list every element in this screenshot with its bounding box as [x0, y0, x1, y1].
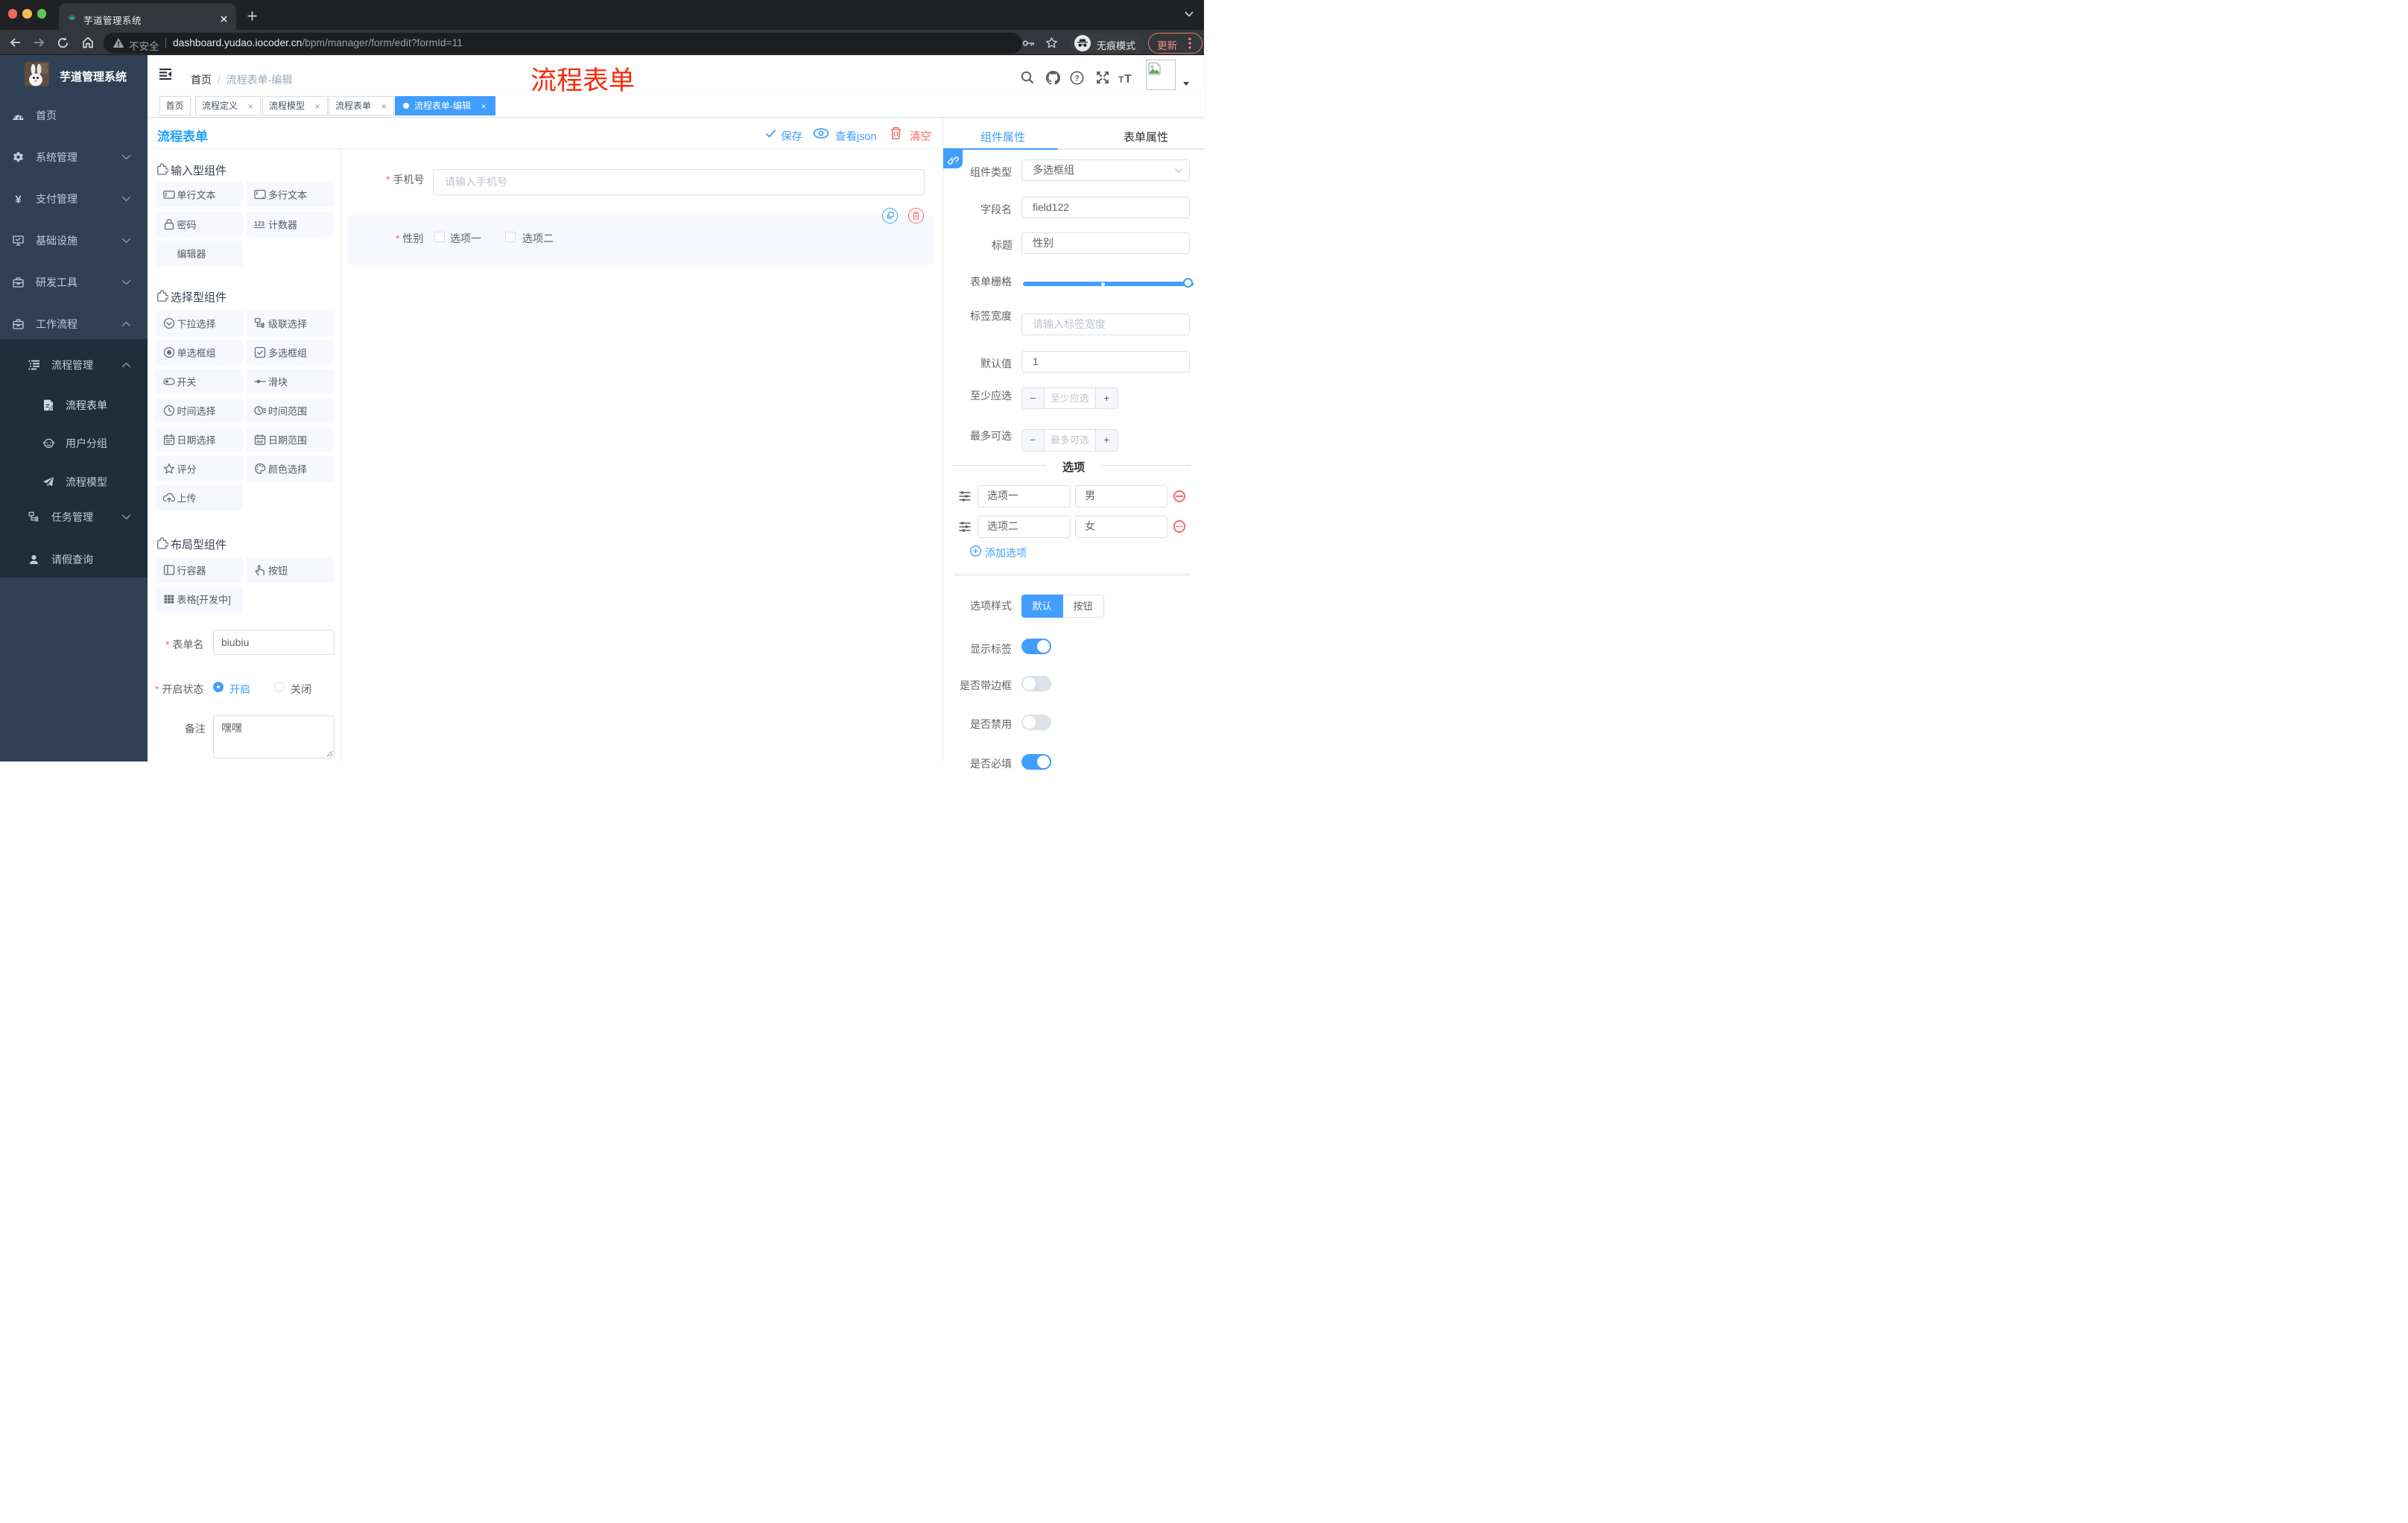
svg-text:¥: ¥ [15, 193, 22, 204]
svg-text:T: T [1124, 73, 1132, 84]
svg-text:T: T [1118, 75, 1124, 84]
svg-text:123: 123 [254, 220, 264, 227]
svg-text:?: ? [1074, 75, 1080, 83]
